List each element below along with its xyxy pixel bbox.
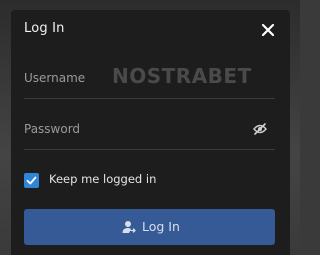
keep-logged-in-label: Keep me logged in	[49, 172, 157, 186]
modal-header: Log In	[11, 10, 290, 50]
username-input[interactable]	[24, 58, 244, 98]
user-login-icon	[122, 221, 136, 233]
password-field	[24, 109, 275, 150]
checkmark-icon	[26, 176, 37, 185]
close-icon[interactable]	[260, 22, 276, 38]
password-input[interactable]	[24, 109, 244, 149]
login-button-label: Log In	[142, 219, 180, 234]
keep-logged-in-checkbox[interactable]	[24, 173, 39, 188]
eye-off-icon[interactable]	[253, 123, 267, 135]
login-modal: Log In NOSTRABET Keep me logged in Log	[11, 10, 290, 255]
username-field: NOSTRABET	[24, 58, 275, 99]
login-button[interactable]: Log In	[24, 209, 275, 245]
modal-title: Log In	[24, 21, 65, 36]
keep-logged-in-option[interactable]: Keep me logged in	[24, 170, 275, 192]
